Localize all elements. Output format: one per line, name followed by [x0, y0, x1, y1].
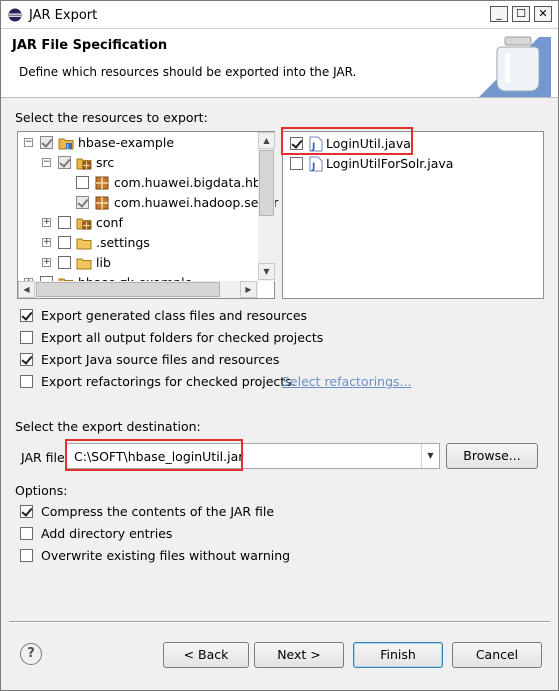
select-refactorings-link[interactable]: Select refactorings... — [282, 374, 411, 389]
option-checkbox[interactable] — [20, 375, 33, 388]
tree-checkbox[interactable] — [76, 196, 89, 209]
tree-checkbox[interactable] — [58, 256, 71, 269]
tree-checkbox[interactable] — [76, 176, 89, 189]
project-icon: J — [58, 135, 74, 154]
package-icon — [94, 195, 110, 214]
wizard-banner: JAR File Specification Define which reso… — [1, 29, 558, 98]
svg-text:J: J — [66, 144, 69, 151]
folder-icon — [76, 255, 92, 274]
tree-vertical-scrollbar[interactable]: ▲ ▼ — [258, 132, 275, 281]
file-checkbox[interactable] — [290, 157, 303, 170]
eclipse-icon — [8, 8, 22, 22]
highlight-box — [281, 127, 413, 155]
expand-icon[interactable]: + — [42, 238, 51, 247]
file-label: LoginUtilForSolr.java — [326, 156, 454, 171]
tree-label: hbase-example — [78, 135, 175, 150]
minimize-button[interactable]: _ — [490, 6, 508, 22]
tree-label: conf — [96, 215, 123, 230]
package-folder-icon — [76, 155, 92, 174]
option-checkbox[interactable] — [20, 527, 33, 540]
option-checkbox[interactable] — [20, 331, 33, 344]
separator — [9, 621, 550, 623]
highlight-box-jar — [65, 439, 243, 471]
jar-file-label: JAR file: — [21, 450, 69, 465]
tree-label: com.huawei.bigdata.hbas — [114, 175, 276, 190]
file-row[interactable]: J LoginUtilForSolr.java — [283, 154, 541, 174]
option-label: Export all output folders for checked pr… — [41, 330, 324, 345]
tree-checkbox[interactable] — [40, 136, 53, 149]
tree-label: lib — [96, 255, 111, 270]
jar-icon — [479, 36, 551, 97]
help-icon[interactable]: ? — [20, 643, 42, 665]
package-icon — [94, 175, 110, 194]
tree-row[interactable]: com.huawei.bigdata.hbas — [18, 173, 275, 194]
file-list[interactable]: J LoginUtil.java J LoginUtilForSolr.java — [282, 131, 544, 299]
option-label: Export Java source files and resources — [41, 352, 280, 367]
tree-row[interactable]: com.huawei.hadoop.secur — [18, 193, 278, 214]
tree-label: src — [96, 155, 115, 170]
tree-label: .settings — [96, 235, 150, 250]
scroll-right-button[interactable]: ▶ — [240, 281, 257, 298]
folder-icon — [76, 235, 92, 254]
scroll-up-button[interactable]: ▲ — [258, 132, 275, 149]
svg-text:J: J — [311, 162, 315, 172]
java-file-icon: J — [309, 156, 323, 175]
package-folder-icon — [76, 215, 92, 234]
tree-label: com.huawei.hadoop.secur — [114, 195, 279, 210]
tree-row[interactable]: + lib — [18, 253, 258, 273]
tree-row[interactable]: + conf — [18, 213, 258, 233]
destination-label: Select the export destination: — [15, 419, 201, 434]
tree-horizontal-scrollbar[interactable]: ◀ ▶ — [18, 281, 258, 298]
option-label: Compress the contents of the JAR file — [41, 504, 275, 519]
scroll-thumb[interactable] — [259, 150, 274, 216]
page-title: JAR File Specification — [12, 38, 168, 53]
option-label: Export generated class files and resourc… — [41, 308, 308, 323]
cancel-button[interactable]: Cancel — [452, 642, 542, 668]
page-description: Define which resources should be exporte… — [19, 65, 357, 79]
title-bar: JAR Export _ ☐ ✕ — [1, 1, 558, 29]
option-checkbox[interactable] — [20, 309, 33, 322]
tree-row[interactable]: + .settings — [18, 233, 258, 253]
option-label: Add directory entries — [41, 526, 173, 541]
option-label: Export refactorings for checked projects… — [41, 374, 296, 389]
window-title: JAR Export — [29, 8, 98, 23]
resources-label: Select the resources to export: — [15, 110, 208, 125]
chevron-down-icon[interactable]: ▼ — [421, 444, 439, 468]
finish-button[interactable]: Finish — [353, 642, 443, 668]
scroll-down-button[interactable]: ▼ — [258, 263, 275, 280]
jar-export-dialog: JAR Export _ ☐ ✕ JAR File Specification … — [0, 0, 559, 691]
scroll-thumb-h[interactable] — [36, 282, 220, 297]
tree-row[interactable]: − Jhbase-example — [18, 133, 258, 153]
next-button[interactable]: Next > — [254, 642, 344, 668]
option-checkbox[interactable] — [20, 549, 33, 562]
option-checkbox[interactable] — [20, 505, 33, 518]
back-button[interactable]: < Back — [163, 642, 249, 668]
tree-row[interactable]: − src — [18, 153, 258, 173]
scroll-left-button[interactable]: ◀ — [18, 281, 35, 298]
option-checkbox[interactable] — [20, 353, 33, 366]
tree-checkbox[interactable] — [58, 216, 71, 229]
tree-checkbox[interactable] — [58, 156, 71, 169]
maximize-button[interactable]: ☐ — [512, 6, 530, 22]
option-label: Overwrite existing files without warning — [41, 548, 291, 563]
tree-checkbox[interactable] — [58, 236, 71, 249]
options-label: Options: — [15, 483, 68, 498]
browse-button[interactable]: Browse... — [446, 443, 538, 469]
close-button[interactable]: ✕ — [534, 6, 552, 22]
expand-icon[interactable]: + — [42, 258, 51, 267]
collapse-icon[interactable]: − — [42, 158, 51, 167]
collapse-icon[interactable]: − — [24, 138, 33, 147]
expand-icon[interactable]: + — [42, 218, 51, 227]
resource-tree[interactable]: − Jhbase-example − src com.huawei.bigdata.hb… — [17, 131, 278, 299]
